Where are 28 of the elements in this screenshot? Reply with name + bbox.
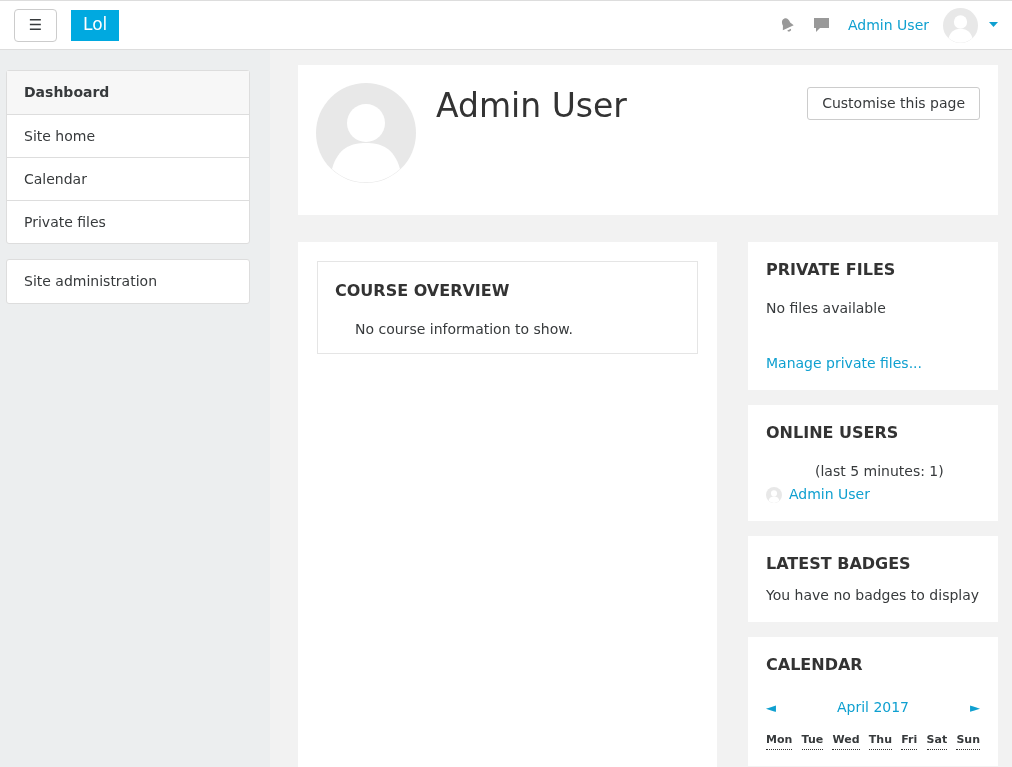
block-title: ONLINE USERS	[766, 422, 900, 444]
nav-item[interactable]: Site home	[7, 114, 249, 157]
weekday-label: Fri	[901, 732, 918, 750]
caret-icon[interactable]	[989, 22, 998, 28]
bell-icon[interactable]	[779, 17, 795, 33]
weekday-label: Thu	[868, 732, 892, 750]
weekday-label: Sun	[956, 732, 980, 750]
weekday-label: Mon	[766, 732, 793, 750]
weekday-label: Tue	[801, 732, 824, 750]
profile-name: Admin User	[436, 85, 627, 127]
course-message: No course information to show.	[355, 320, 574, 339]
block-title: CALENDAR	[766, 654, 864, 676]
chat-icon[interactable]	[813, 17, 830, 33]
nav-item[interactable]: Site administration	[7, 260, 249, 303]
nav-item[interactable]: Dashboard	[7, 71, 249, 114]
weekday-label: Wed	[832, 732, 860, 750]
nav-item[interactable]: Calendar	[7, 157, 249, 200]
files-message: No files available	[766, 299, 887, 318]
customise-button[interactable]: Customise this page	[807, 87, 980, 120]
menu-button[interactable]: ☰	[14, 8, 57, 42]
block-title: LATEST BADGES	[766, 553, 912, 575]
nav-item[interactable]: Private files	[7, 200, 249, 243]
block-title: COURSE OVERVIEW	[335, 280, 511, 302]
weekday-label: Sat	[926, 732, 948, 750]
block-title: PRIVATE FILES	[766, 259, 897, 281]
badges-message: You have no badges to display	[766, 586, 980, 605]
online-summary: (last 5 minutes: 1)	[814, 462, 945, 481]
calendar-month: April 2017	[836, 698, 910, 717]
